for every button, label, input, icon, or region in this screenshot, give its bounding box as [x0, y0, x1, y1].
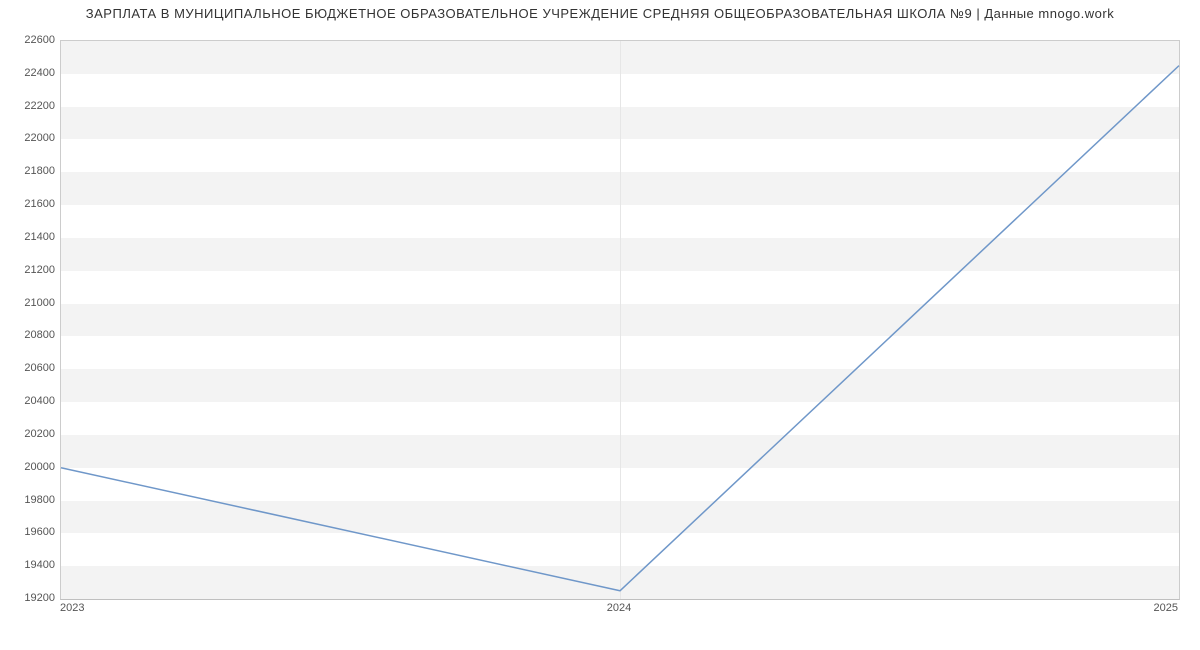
- y-tick-label: 20200: [0, 428, 55, 440]
- y-tick-label: 22200: [0, 100, 55, 112]
- x-axis-ticks: 2023 2024 2025: [60, 602, 1180, 622]
- x-tick-label: 2024: [607, 602, 631, 614]
- y-tick-label: 22600: [0, 34, 55, 46]
- y-tick-label: 19800: [0, 494, 55, 506]
- y-tick-label: 20600: [0, 362, 55, 374]
- y-tick-label: 21800: [0, 165, 55, 177]
- y-tick-label: 20400: [0, 395, 55, 407]
- line-series: [61, 41, 1179, 599]
- x-tick-label: 2025: [1154, 602, 1178, 614]
- y-tick-label: 20800: [0, 329, 55, 341]
- y-tick-label: 22000: [0, 132, 55, 144]
- y-tick-label: 19600: [0, 526, 55, 538]
- chart-title: ЗАРПЛАТА В МУНИЦИПАЛЬНОЕ БЮДЖЕТНОЕ ОБРАЗ…: [0, 6, 1200, 21]
- plot-area: [60, 40, 1180, 600]
- y-tick-label: 20000: [0, 461, 55, 473]
- y-tick-label: 19200: [0, 592, 55, 604]
- y-tick-label: 21200: [0, 264, 55, 276]
- y-tick-label: 22400: [0, 67, 55, 79]
- y-tick-label: 19400: [0, 559, 55, 571]
- y-tick-label: 21600: [0, 198, 55, 210]
- y-tick-label: 21400: [0, 231, 55, 243]
- y-tick-label: 21000: [0, 297, 55, 309]
- chart-container: ЗАРПЛАТА В МУНИЦИПАЛЬНОЕ БЮДЖЕТНОЕ ОБРАЗ…: [0, 0, 1200, 630]
- salary-line: [61, 66, 1179, 591]
- y-axis-ticks: 1920019400196001980020000202002040020600…: [0, 40, 55, 600]
- x-tick-label: 2023: [60, 602, 84, 614]
